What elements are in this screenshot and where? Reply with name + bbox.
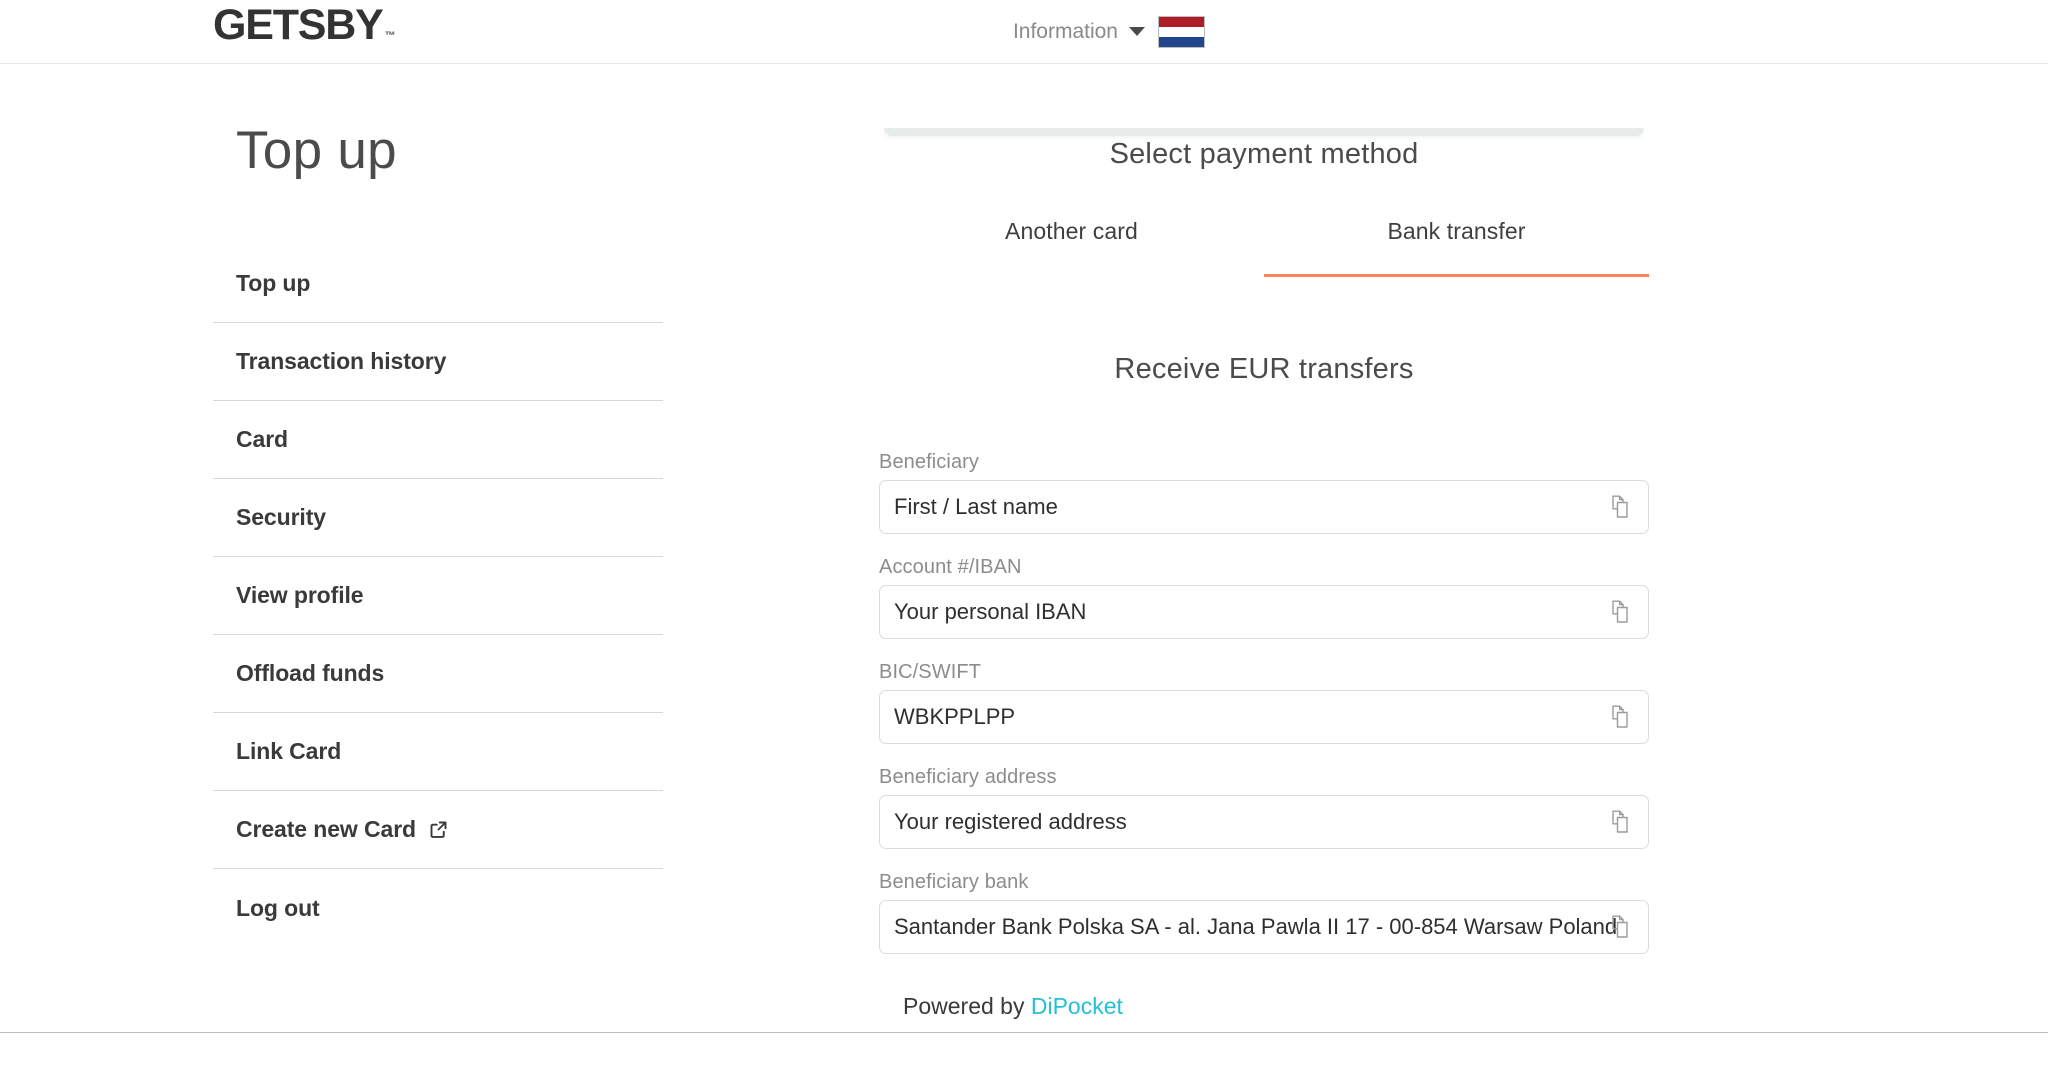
field-beneficiary-address: Beneficiary address Your registered addr… bbox=[879, 766, 1649, 849]
external-link-icon bbox=[428, 819, 449, 840]
sidebar-item-card[interactable]: Card bbox=[213, 401, 663, 479]
main-content: Select payment method Another card Bank … bbox=[879, 138, 1649, 976]
information-dropdown[interactable]: Information bbox=[1013, 21, 1145, 42]
sidebar: Top up Top up Transaction history Card S… bbox=[213, 124, 663, 947]
flag-stripe-red bbox=[1159, 16, 1204, 27]
sidebar-item-label: Top up bbox=[236, 270, 311, 296]
netherlands-flag-icon[interactable] bbox=[1158, 15, 1205, 48]
bank-details-form: Beneficiary First / Last name Account #/… bbox=[879, 451, 1649, 954]
sidebar-item-top-up[interactable]: Top up bbox=[213, 245, 663, 323]
field-input-beneficiary-address[interactable]: Your registered address bbox=[879, 795, 1649, 849]
copy-icon[interactable] bbox=[1610, 599, 1634, 625]
tab-label: Bank transfer bbox=[1387, 218, 1526, 244]
sidebar-item-transaction-history[interactable]: Transaction history bbox=[213, 323, 663, 401]
field-value: WBKPPLPP bbox=[894, 704, 1016, 729]
sidebar-item-label: Log out bbox=[236, 894, 320, 921]
field-label: Beneficiary address bbox=[879, 766, 1057, 788]
tab-label: Another card bbox=[1005, 218, 1138, 244]
field-input-bic-swift[interactable]: WBKPPLPP bbox=[879, 690, 1649, 744]
page-body: Top up Top up Transaction history Card S… bbox=[0, 64, 2048, 1070]
flag-stripe-white bbox=[1159, 26, 1204, 37]
copy-icon[interactable] bbox=[1610, 704, 1634, 730]
select-payment-method-heading: Select payment method bbox=[1109, 138, 1419, 170]
field-input-account-iban[interactable]: Your personal IBAN bbox=[879, 585, 1649, 639]
sidebar-nav: Top up Transaction history Card Security… bbox=[213, 245, 663, 947]
copy-icon[interactable] bbox=[1610, 494, 1634, 520]
tab-another-card[interactable]: Another card bbox=[879, 218, 1264, 277]
sidebar-item-log-out[interactable]: Log out bbox=[213, 869, 663, 947]
sidebar-item-label: Create new Card bbox=[236, 816, 417, 842]
dipocket-link[interactable]: DiPocket bbox=[1031, 993, 1123, 1019]
field-value: Your personal IBAN bbox=[894, 599, 1087, 624]
field-value: Santander Bank Polska SA - al. Jana Pawl… bbox=[894, 914, 1618, 939]
field-label: BIC/SWIFT bbox=[879, 661, 982, 683]
scrolled-panel-edge bbox=[884, 128, 1644, 136]
field-beneficiary: Beneficiary First / Last name bbox=[879, 451, 1649, 534]
trademark-symbol: ™ bbox=[384, 30, 396, 42]
field-bic-swift: BIC/SWIFT WBKPPLPP bbox=[879, 661, 1649, 744]
field-beneficiary-bank: Beneficiary bank Santander Bank Polska S… bbox=[879, 871, 1649, 954]
sidebar-item-label: Link Card bbox=[236, 738, 342, 764]
sidebar-item-security[interactable]: Security bbox=[213, 479, 663, 557]
field-label: Beneficiary bbox=[879, 451, 980, 473]
sidebar-item-create-new-card[interactable]: Create new Card bbox=[213, 791, 663, 869]
powered-by-label: Powered by bbox=[903, 993, 1031, 1019]
field-input-beneficiary-bank[interactable]: Santander Bank Polska SA - al. Jana Pawl… bbox=[879, 900, 1649, 954]
field-value: Your registered address bbox=[894, 809, 1127, 834]
sidebar-item-label: Card bbox=[236, 426, 289, 452]
flag-stripe-blue bbox=[1159, 36, 1204, 47]
sidebar-item-view-profile[interactable]: View profile bbox=[213, 557, 663, 635]
sidebar-item-link-card[interactable]: Link Card bbox=[213, 713, 663, 791]
copy-icon[interactable] bbox=[1610, 914, 1634, 940]
page-title: Top up bbox=[236, 121, 397, 180]
payment-method-tabs: Another card Bank transfer bbox=[879, 218, 1649, 277]
sidebar-item-label: View profile bbox=[236, 582, 364, 608]
information-label: Information bbox=[1012, 20, 1118, 43]
field-value: First / Last name bbox=[894, 494, 1058, 519]
getsby-logo[interactable]: GETSBY ™ bbox=[213, 4, 396, 47]
field-account-iban: Account #/IBAN Your personal IBAN bbox=[879, 556, 1649, 639]
header-right-cluster: Information bbox=[1013, 15, 1205, 48]
field-label: Account #/IBAN bbox=[879, 556, 1022, 578]
sidebar-item-label: Transaction history bbox=[236, 348, 447, 374]
footer-divider bbox=[0, 1032, 2048, 1070]
powered-by: Powered by DiPocket bbox=[903, 993, 1123, 1020]
sidebar-item-label: Offload funds bbox=[236, 660, 385, 686]
sidebar-item-offload-funds[interactable]: Offload funds bbox=[213, 635, 663, 713]
tab-bank-transfer[interactable]: Bank transfer bbox=[1264, 218, 1649, 277]
chevron-down-icon bbox=[1129, 27, 1145, 36]
field-label: Beneficiary bank bbox=[879, 871, 1029, 893]
brand-wordmark: GETSBY bbox=[213, 1, 384, 49]
receive-transfers-heading: Receive EUR transfers bbox=[1114, 353, 1414, 385]
app-header: GETSBY ™ Information bbox=[0, 0, 2048, 64]
copy-icon[interactable] bbox=[1610, 809, 1634, 835]
sidebar-item-label: Security bbox=[236, 504, 326, 530]
field-input-beneficiary[interactable]: First / Last name bbox=[879, 480, 1649, 534]
